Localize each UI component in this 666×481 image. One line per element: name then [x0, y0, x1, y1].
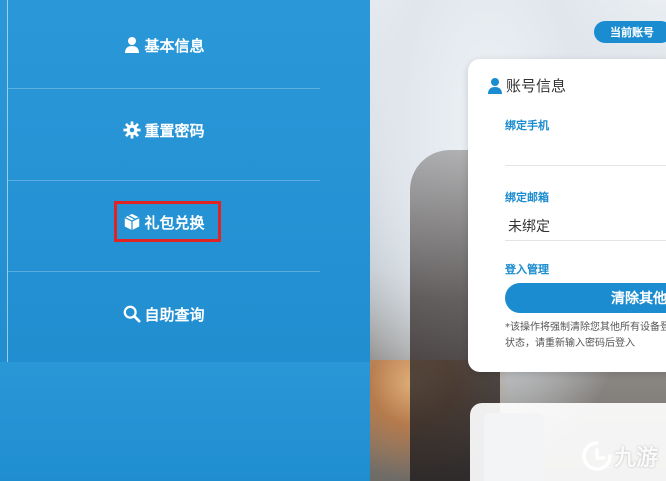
bound-email-label: 绑定邮箱 [505, 191, 549, 204]
field-divider [505, 240, 666, 241]
highlight-annotation [114, 201, 221, 242]
sidebar-item-basic-info[interactable]: 基本信息 [8, 0, 320, 90]
field-divider [505, 165, 666, 166]
sidebar-item-label: 基本信息 [144, 36, 205, 55]
bound-phone-label: 绑定手机 [505, 119, 549, 132]
secondary-card-panel [484, 413, 544, 481]
watermark-text: 九游 [614, 446, 659, 471]
account-info-card: 账号信息 绑定手机 绑定邮箱 未绑定 登入管理 清除其他 *该操作将强制清除您其… [468, 59, 666, 372]
search-icon [123, 305, 142, 323]
bound-email-value: 未绑定 [508, 219, 550, 235]
gear-icon [123, 121, 142, 139]
card-title-text: 账号信息 [506, 77, 567, 95]
sidebar-bottom [0, 362, 370, 481]
user-icon [487, 77, 503, 95]
jiuyou-logo-icon [582, 441, 612, 471]
clear-other-sessions-button[interactable]: 清除其他 [505, 283, 666, 313]
sidebar-item-reset-password[interactable]: 重置密码 [8, 85, 320, 175]
user-icon [123, 36, 141, 54]
current-account-tag: 当前账号 [594, 21, 666, 43]
sidebar-item-label: 自助查询 [144, 305, 205, 324]
sidebar-item-self-query[interactable]: 自助查询 [8, 269, 320, 359]
watermark: 九游 [582, 440, 658, 472]
sidebar-item-label: 重置密码 [144, 121, 205, 140]
clear-note: *该操作将强制清除您其他所有设备登录状态，请重新输入密码后登入 [505, 322, 666, 349]
login-management-label: 登入管理 [505, 263, 549, 276]
card-title: 账号信息 [487, 75, 566, 96]
